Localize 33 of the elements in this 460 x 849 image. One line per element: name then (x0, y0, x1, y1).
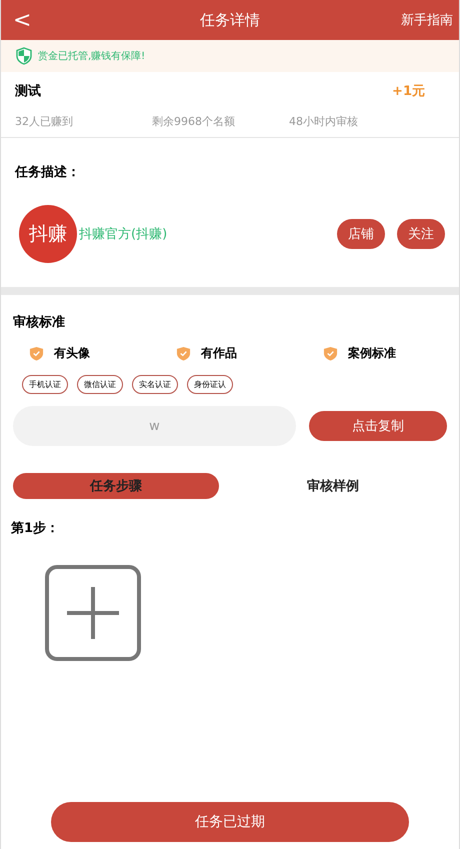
task-stat: 剩余9968个名额 (152, 114, 236, 129)
publisher-avatar: 抖赚 (19, 205, 77, 263)
publisher-button[interactable]: 关注 (397, 219, 445, 249)
guide-link[interactable]: 新手指南 (401, 11, 459, 29)
copy-button[interactable]: 点击复制 (309, 411, 447, 441)
tab[interactable]: 任务步骤 (13, 473, 219, 499)
section-title: 审核标准 (13, 314, 66, 331)
task-stat: 32人已赚到 (15, 114, 74, 129)
shield-icon (16, 47, 32, 65)
page-title: 任务详情 (200, 10, 260, 30)
criterion-label: 案例标准 (348, 345, 396, 362)
section-title: 任务描述： (15, 164, 81, 181)
back-button[interactable]: < (1, 8, 53, 32)
copy-field[interactable]: w (13, 406, 296, 446)
verification-tag: 实名认证 (132, 375, 178, 394)
task-name: 测试 (15, 83, 41, 100)
verification-tag: 微信认证 (77, 375, 123, 394)
add-image-icon[interactable] (45, 565, 141, 661)
expired-button[interactable]: 任务已过期 (51, 802, 409, 842)
tab[interactable]: 审核样例 (219, 473, 447, 499)
publisher-name: 抖赚官方(抖赚) (79, 226, 168, 243)
verification-tag: 身份证认 (187, 375, 233, 394)
step-label: 第1步： (11, 520, 60, 537)
publisher-button[interactable]: 店铺 (337, 219, 385, 249)
task-stat: 48小时内审核 (289, 114, 359, 129)
shield-check-icon (29, 346, 44, 361)
criterion-label: 有作品 (201, 345, 237, 362)
notice-text: 赏金已托管,赚钱有保障! (38, 50, 146, 63)
verification-tag: 手机认证 (22, 375, 68, 394)
shield-check-icon (323, 346, 338, 361)
reward-amount: +1元 (392, 83, 425, 100)
criterion-label: 有头像 (54, 345, 90, 362)
shield-check-icon (176, 346, 191, 361)
